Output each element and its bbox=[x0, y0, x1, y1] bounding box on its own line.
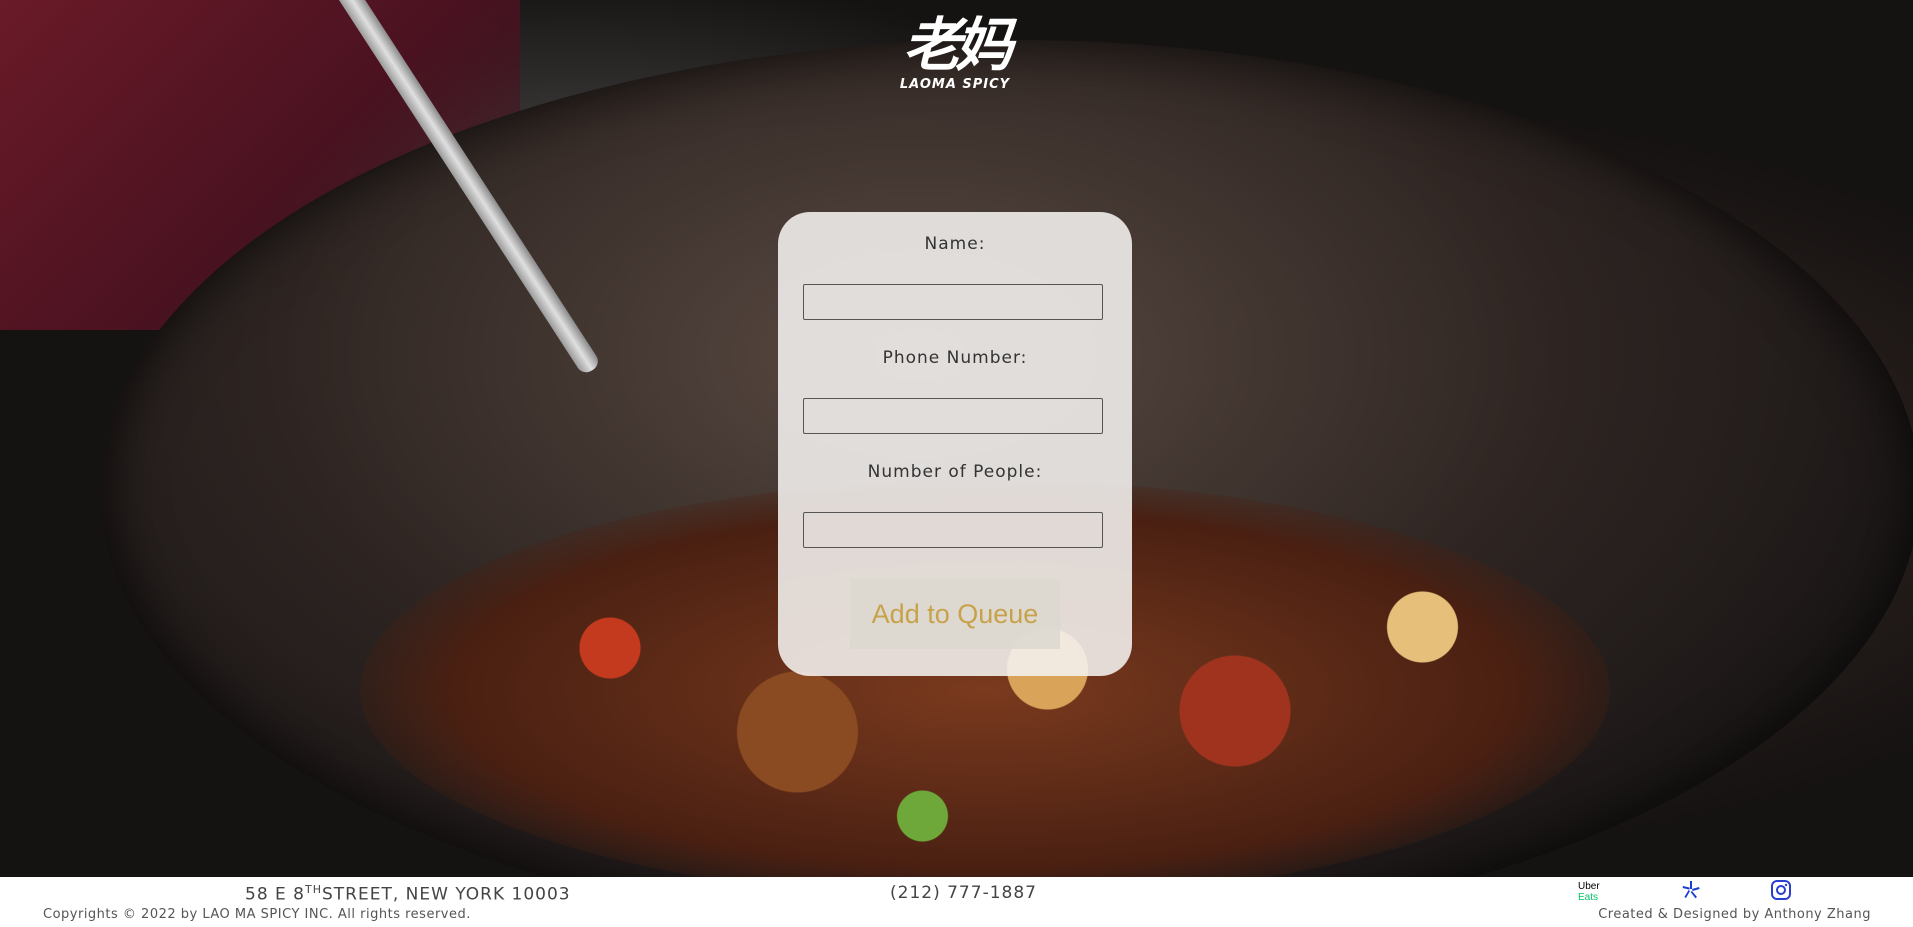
address-street: STREET, NEW YORK 10003 bbox=[322, 884, 571, 905]
uber-eats-line1: Uber bbox=[1578, 881, 1600, 892]
name-label: Name: bbox=[924, 234, 986, 254]
footer: 58 E 8THSTREET, NEW YORK 10003 (212) 777… bbox=[0, 877, 1913, 927]
add-to-queue-button[interactable]: Add to Queue bbox=[850, 579, 1060, 649]
yelp-icon[interactable] bbox=[1680, 879, 1702, 901]
restaurant-logo: 老妈 LAOMA SPICY bbox=[880, 15, 1030, 175]
hero-background: 老妈 LAOMA SPICY Name: Phone Number: Numbe… bbox=[0, 0, 1913, 877]
uber-eats-line2: Eats bbox=[1578, 892, 1599, 903]
phone-number: (212) 777-1887 bbox=[890, 883, 1037, 903]
name-input[interactable] bbox=[803, 284, 1103, 320]
address-number: 58 E 8 bbox=[245, 884, 305, 905]
phone-input[interactable] bbox=[803, 398, 1103, 434]
logo-text: LAOMA SPICY bbox=[899, 77, 1011, 92]
credits-text: Created & Designed by Anthony Zhang bbox=[1598, 907, 1871, 922]
copyright-text: Copyrights © 2022 by LAO MA SPICY INC. A… bbox=[43, 907, 471, 922]
queue-form: Name: Phone Number: Number of People: Ad… bbox=[778, 212, 1132, 676]
uber-eats-icon[interactable]: Uber Eats bbox=[1578, 881, 1612, 903]
instagram-icon[interactable] bbox=[1770, 879, 1792, 901]
address-suffix: TH bbox=[305, 883, 322, 896]
people-input[interactable] bbox=[803, 512, 1103, 548]
logo-mark: 老妈 bbox=[902, 11, 1013, 79]
phone-label: Phone Number: bbox=[882, 348, 1028, 368]
people-label: Number of People: bbox=[867, 462, 1043, 482]
address: 58 E 8THSTREET, NEW YORK 10003 bbox=[245, 883, 571, 905]
